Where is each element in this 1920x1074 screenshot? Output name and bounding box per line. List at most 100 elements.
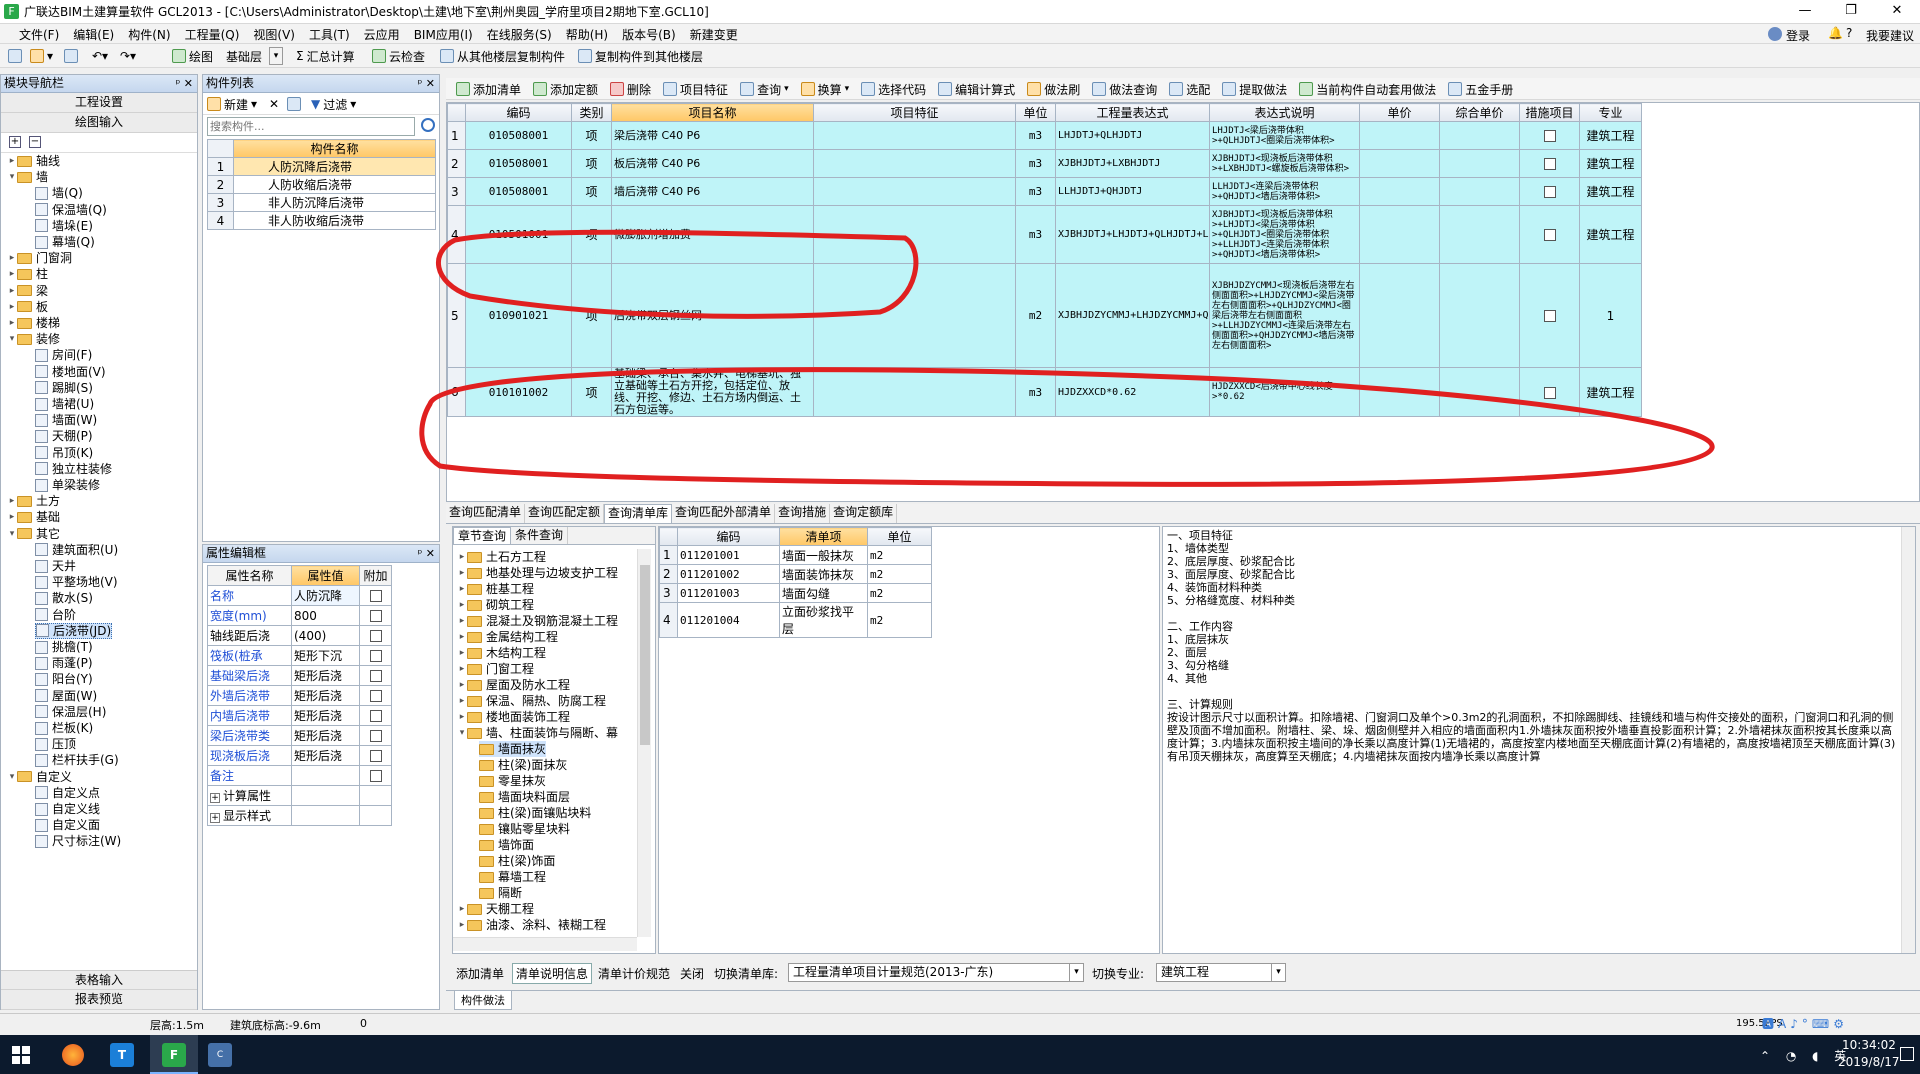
item-feature[interactable] bbox=[813, 367, 1016, 417]
attach-checkbox[interactable] bbox=[369, 610, 382, 622]
expand-toggle-icon[interactable]: ▸ bbox=[457, 645, 467, 661]
property-row[interactable]: + 显示样式 bbox=[207, 805, 392, 826]
list-row[interactable]: 2 011201002 墙面装饰抹灰 m2 bbox=[659, 564, 932, 584]
nav-tree-item[interactable]: 栏板(K) bbox=[35, 720, 93, 736]
redo-icon[interactable]: ↷▾ bbox=[120, 45, 136, 67]
search-icon[interactable] bbox=[421, 118, 435, 132]
menu-item-6[interactable]: 云应用 bbox=[357, 26, 407, 43]
attach-checkbox[interactable] bbox=[369, 650, 382, 662]
item-major[interactable]: 建筑工程 bbox=[1579, 121, 1642, 150]
expand-toggle-icon[interactable]: ▸ bbox=[457, 629, 467, 645]
chapter-tree-item[interactable]: ▸ 地基处理与边坡支护工程 bbox=[457, 565, 618, 581]
chapter-tree-item[interactable]: ▸ 土石方工程 bbox=[457, 549, 546, 565]
measure-checkbox[interactable] bbox=[1543, 310, 1556, 322]
item-expression[interactable]: HJDZXXCD*0.62 bbox=[1055, 367, 1210, 417]
attach-checkbox[interactable] bbox=[369, 690, 382, 702]
item-major[interactable]: 1 bbox=[1579, 263, 1642, 368]
chapter-tree-item[interactable]: ▸ 保温、隔热、防腐工程 bbox=[457, 693, 606, 709]
property-value[interactable]: 矩形后浇 bbox=[291, 685, 360, 706]
pin-close-icons[interactable]: ᵖ ✕ bbox=[418, 75, 435, 92]
property-row[interactable]: 内墙后浇带 矩形后浇 bbox=[207, 705, 392, 726]
list-tool-13[interactable]: 五金手册 bbox=[1442, 81, 1519, 98]
expand-toggle-icon[interactable]: ▸ bbox=[7, 250, 17, 266]
property-value[interactable]: 矩形后浇 bbox=[291, 705, 360, 726]
item-total-price[interactable] bbox=[1439, 149, 1520, 178]
item-expression[interactable]: XJBHJDZYCMMJ+LHJDZYCMMJ+QLHJDZYCMMJ+LLHJ… bbox=[1055, 263, 1210, 368]
item-name[interactable]: 墙后浇带 C40 P6 bbox=[611, 177, 814, 206]
item-name[interactable]: 后浇带双层钢丝网 bbox=[611, 263, 814, 368]
expand-toggle-icon[interactable]: ▸ bbox=[7, 266, 17, 282]
expand-toggle-icon[interactable]: ▾ bbox=[7, 169, 17, 185]
item-code[interactable]: 010101002 bbox=[465, 367, 572, 417]
chapter-tree-item[interactable]: 柱(梁)面抹灰 bbox=[479, 757, 567, 773]
property-value[interactable]: 矩形后浇 bbox=[291, 745, 360, 766]
menu-item-8[interactable]: 在线服务(S) bbox=[480, 26, 559, 43]
chapter-tree-item[interactable]: 镶贴零星块料 bbox=[479, 821, 570, 837]
attach-checkbox[interactable] bbox=[369, 730, 382, 742]
list-tool-8[interactable]: 做法刷 bbox=[1021, 81, 1086, 98]
list-row[interactable]: 1 011201001 墙面一般抹灰 m2 bbox=[659, 545, 932, 565]
expand-toggle-icon[interactable]: ▸ bbox=[457, 565, 467, 581]
nav-tree-item[interactable]: 自定义线 bbox=[35, 801, 100, 817]
item-expression[interactable]: LHJDTJ+QLHJDTJ bbox=[1055, 121, 1210, 150]
delete-component-icon[interactable]: ✕ bbox=[269, 93, 279, 115]
menu-item-9[interactable]: 帮助(H) bbox=[559, 26, 615, 43]
query-tab-3[interactable]: 查询匹配外部清单 bbox=[672, 504, 776, 523]
item-code[interactable]: 010508001 bbox=[465, 149, 572, 178]
property-value[interactable]: (400) bbox=[291, 625, 360, 646]
nav-tree-item[interactable]: 墙裙(U) bbox=[35, 396, 94, 412]
list-tool-3[interactable]: 项目特征 bbox=[657, 81, 734, 98]
chapter-tree-item[interactable]: ▸ 门窗工程 bbox=[457, 661, 534, 677]
nav-tree-item[interactable]: 建筑面积(U) bbox=[35, 542, 118, 558]
chapter-tree-item[interactable]: ▸ 天棚工程 bbox=[457, 901, 534, 917]
nav-tree-item[interactable]: 栏杆扶手(G) bbox=[35, 752, 119, 768]
item-price[interactable] bbox=[1359, 121, 1440, 150]
table-input-button[interactable]: 表格输入 bbox=[1, 970, 197, 990]
item-expression[interactable]: XJBHJDTJ+LXBHJDTJ bbox=[1055, 149, 1210, 178]
nav-tree-item[interactable]: 台阶 bbox=[35, 607, 76, 623]
measure-checkbox[interactable] bbox=[1543, 386, 1556, 399]
measure-checkbox[interactable] bbox=[1543, 130, 1556, 142]
property-value[interactable]: 矩形后浇 bbox=[291, 725, 360, 746]
property-value[interactable]: 矩形后浇 bbox=[291, 665, 360, 686]
cloud-check-button[interactable]: 云检查 bbox=[372, 45, 425, 67]
layer-select[interactable]: 基础层 ▾ bbox=[226, 45, 284, 67]
property-row[interactable]: 宽度(mm) 800 bbox=[207, 605, 392, 626]
component-row[interactable]: 1 人防沉降后浇带 bbox=[207, 157, 436, 176]
component-row[interactable]: 2 人防收缩后浇带 bbox=[207, 175, 436, 194]
menu-item-5[interactable]: 工具(T) bbox=[302, 26, 357, 43]
property-row[interactable]: 筏板(桩承 矩形下沉 bbox=[207, 645, 392, 666]
list-tool-10[interactable]: 选配 bbox=[1163, 81, 1216, 98]
expand-toggle-icon[interactable]: ▸ bbox=[457, 709, 467, 725]
item-type[interactable]: 项 bbox=[571, 263, 612, 368]
project-settings-button[interactable]: 工程设置 bbox=[1, 93, 197, 113]
chapter-tree-item[interactable]: 墙面块料面层 bbox=[479, 789, 570, 805]
suggest-link[interactable]: 我要建议 bbox=[1866, 27, 1914, 44]
nav-tree-item[interactable]: 后浇带(JD) bbox=[35, 622, 113, 639]
item-price[interactable] bbox=[1359, 367, 1440, 417]
component-row[interactable]: 4 非人防收缩后浇带 bbox=[207, 211, 436, 230]
attach-checkbox[interactable] bbox=[369, 710, 382, 722]
menu-item-4[interactable]: 视图(V) bbox=[246, 26, 302, 43]
attach-checkbox[interactable] bbox=[369, 770, 382, 782]
nav-tree-item[interactable]: 散水(S) bbox=[35, 590, 93, 606]
expand-toggle-icon[interactable]: ▸ bbox=[457, 581, 467, 597]
search-input[interactable] bbox=[207, 117, 415, 136]
property-value[interactable]: 人防沉降 bbox=[291, 585, 360, 606]
chapter-tree-item[interactable]: 隔断 bbox=[479, 885, 522, 901]
item-price[interactable] bbox=[1359, 263, 1440, 368]
t-app-icon[interactable]: T bbox=[110, 1043, 134, 1067]
nav-tree-item[interactable]: 天井 bbox=[35, 558, 76, 574]
attach-checkbox[interactable] bbox=[369, 670, 382, 682]
item-unit[interactable]: m3 bbox=[1015, 121, 1056, 150]
item-unit[interactable]: m3 bbox=[1015, 149, 1056, 178]
measure-checkbox[interactable] bbox=[1543, 186, 1556, 198]
list-tool-0[interactable]: 添加清单 bbox=[450, 81, 527, 98]
notification-icon[interactable] bbox=[1900, 1047, 1914, 1061]
drawing-input-button[interactable]: 绘图输入 bbox=[1, 113, 197, 133]
property-row[interactable]: 轴线距后浇 (400) bbox=[207, 625, 392, 646]
property-row[interactable]: 梁后浇带类 矩形后浇 bbox=[207, 725, 392, 746]
property-row[interactable]: 现浇板后浇 矩形后浇 bbox=[207, 745, 392, 766]
item-type[interactable]: 项 bbox=[571, 367, 612, 417]
item-feature[interactable] bbox=[813, 177, 1016, 206]
